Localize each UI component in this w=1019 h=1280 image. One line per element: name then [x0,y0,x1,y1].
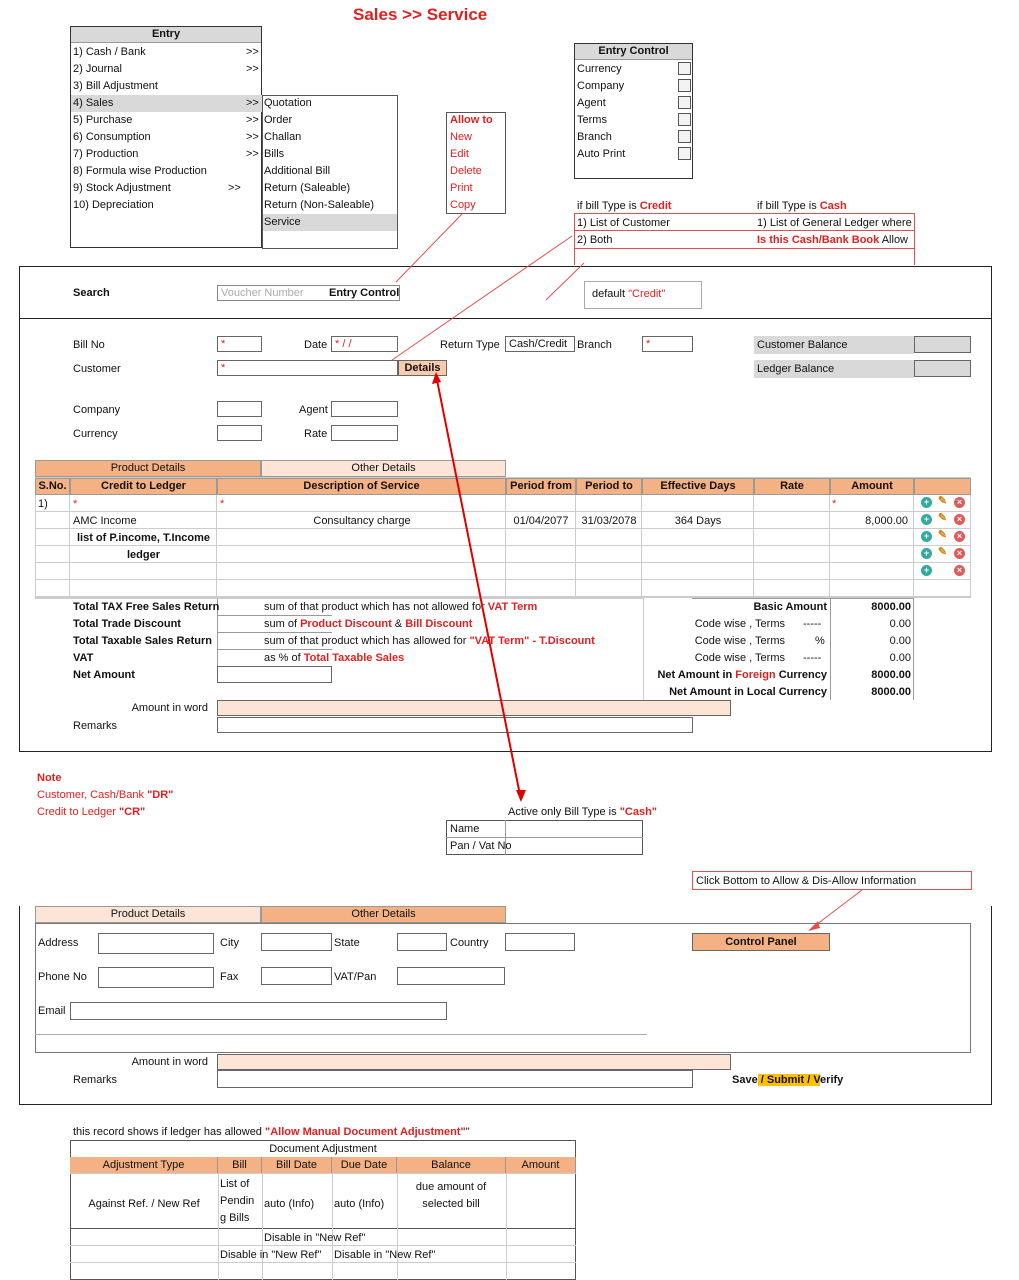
annotation-arrows [391,213,863,931]
